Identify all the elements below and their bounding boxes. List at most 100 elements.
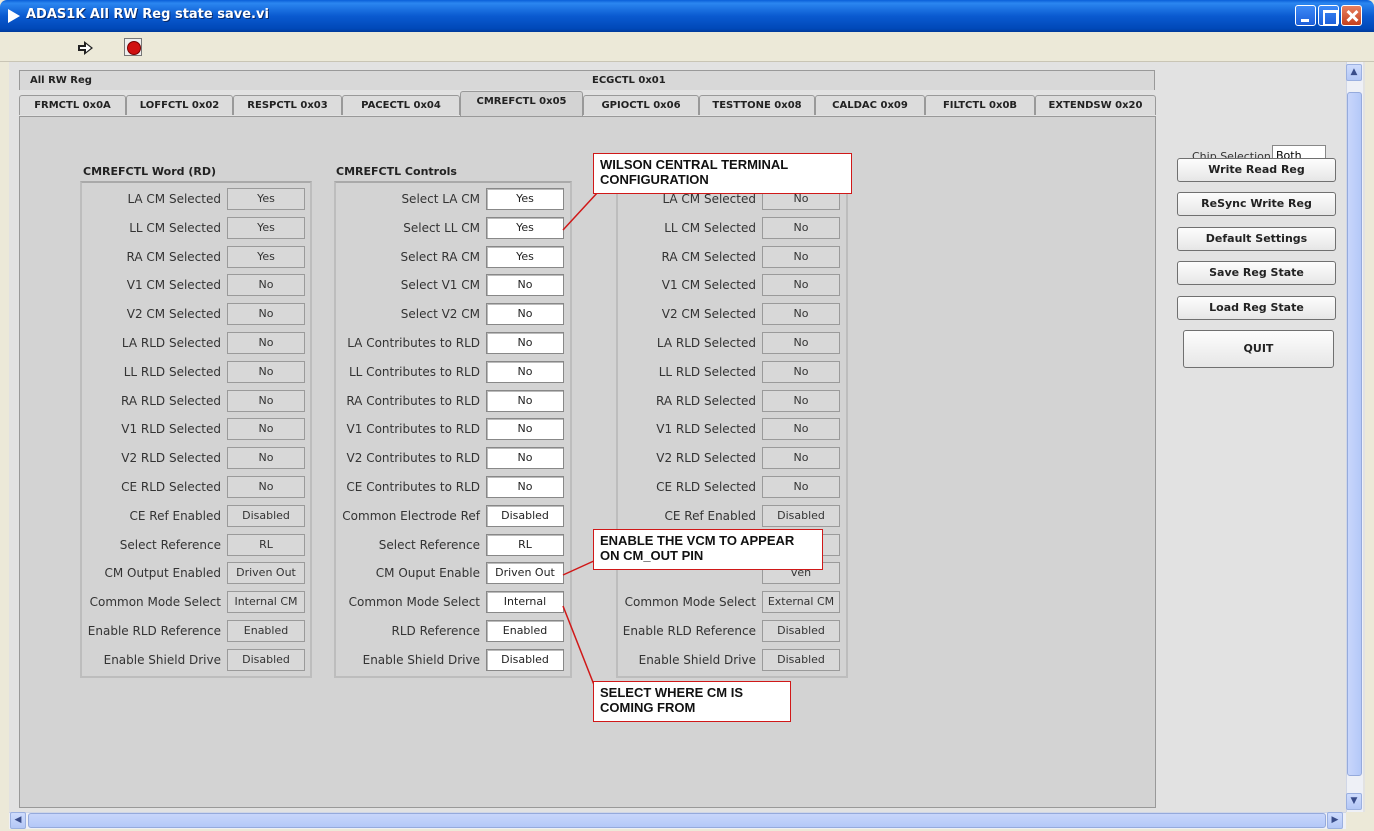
compare-indicator-field: Disabled bbox=[762, 620, 840, 642]
scroll-right-arrow-icon[interactable]: ▶ bbox=[1327, 812, 1343, 829]
compare-row-label: V1 CM Selected bbox=[661, 278, 756, 292]
compare-row-label: CE Ref Enabled bbox=[664, 509, 757, 523]
tab-extendsw-0x20[interactable]: EXTENDSW 0x20 bbox=[1035, 95, 1156, 115]
compare-row-label: CE RLD Selected bbox=[656, 480, 756, 494]
scroll-down-arrow-icon[interactable]: ▼ bbox=[1346, 793, 1362, 810]
control-row-label: Select Reference bbox=[378, 538, 480, 552]
read-row-label: CE RLD Selected bbox=[121, 480, 221, 494]
control-row-label: V1 Contributes to RLD bbox=[346, 422, 480, 436]
control-row-label: LL Contributes to RLD bbox=[349, 365, 480, 379]
compare-indicator-field: No bbox=[762, 274, 840, 296]
compare-indicator-field: No bbox=[762, 303, 840, 325]
compare-row-label: LL RLD Selected bbox=[658, 365, 756, 379]
load-reg-state-button[interactable]: Load Reg State bbox=[1177, 296, 1336, 320]
compare-indicator-field: No bbox=[762, 447, 840, 469]
control-row-label: Select RA CM bbox=[400, 250, 480, 264]
callout-cm-source: SELECT WHERE CM IS COMING FROM bbox=[593, 681, 791, 722]
read-row-label: V2 RLD Selected bbox=[121, 451, 221, 465]
control-control-field[interactable]: Driven Out bbox=[486, 562, 564, 584]
default-settings-button[interactable]: Default Settings bbox=[1177, 227, 1336, 251]
tab-filtctl-0x0b[interactable]: FILTCTL 0x0B bbox=[925, 95, 1035, 115]
quit-button[interactable]: QUIT bbox=[1183, 330, 1334, 368]
minimize-button[interactable] bbox=[1295, 5, 1316, 26]
compare-row-label: V2 RLD Selected bbox=[656, 451, 756, 465]
control-row-label: CM Ouput Enable bbox=[375, 566, 480, 580]
compare-row-label: RA RLD Selected bbox=[656, 394, 756, 408]
tab-frmctl-0x0a[interactable]: FRMCTL 0x0A bbox=[19, 95, 126, 115]
scroll-up-arrow-icon[interactable]: ▲ bbox=[1346, 64, 1362, 81]
tab-respctl-0x03[interactable]: RESPCTL 0x03 bbox=[233, 95, 342, 115]
tab-all-rw-reg[interactable]: All RW Reg bbox=[30, 75, 92, 86]
compare-indicator-field: No bbox=[762, 217, 840, 239]
close-button[interactable] bbox=[1341, 5, 1362, 26]
compare-row-label: V2 CM Selected bbox=[661, 307, 756, 321]
maximize-button[interactable] bbox=[1318, 5, 1339, 26]
abort-execution-icon[interactable] bbox=[124, 38, 142, 56]
compare-indicator-field: No bbox=[762, 418, 840, 440]
resync-write-reg-button[interactable]: ReSync Write Reg bbox=[1177, 192, 1336, 216]
tab-caldac-0x09[interactable]: CALDAC 0x09 bbox=[815, 95, 925, 115]
compare-indicator-field: No bbox=[762, 361, 840, 383]
read-row-label: CM Output Enabled bbox=[104, 566, 221, 580]
control-row-label: V2 Contributes to RLD bbox=[346, 451, 480, 465]
read-row-label: V1 CM Selected bbox=[126, 278, 221, 292]
read-row-label: LL RLD Selected bbox=[123, 365, 221, 379]
title-bar: ADAS1K All RW Reg state save.vi bbox=[0, 0, 1374, 32]
compare-row-label: Common Mode Select bbox=[624, 595, 756, 609]
control-row-label: CE Contributes to RLD bbox=[346, 480, 480, 494]
tab-loffctl-0x02[interactable]: LOFFCTL 0x02 bbox=[126, 95, 233, 115]
compare-row-label: V1 RLD Selected bbox=[656, 422, 756, 436]
control-row-label: Select LL CM bbox=[403, 221, 480, 235]
read-row-label: V2 CM Selected bbox=[126, 307, 221, 321]
vertical-scroll-thumb[interactable] bbox=[1347, 92, 1362, 776]
compare-indicator-field: No bbox=[762, 332, 840, 354]
read-row-label: LA CM Selected bbox=[127, 192, 221, 206]
write-read-reg-button[interactable]: Write Read Reg bbox=[1177, 158, 1336, 182]
tab-testtone-0x08[interactable]: TESTTONE 0x08 bbox=[699, 95, 815, 115]
compare-row-label: Enable RLD Reference bbox=[622, 624, 756, 638]
control-control-field[interactable]: RL bbox=[486, 534, 564, 556]
tab-gpioctl-0x06[interactable]: GPIOCTL 0x06 bbox=[583, 95, 699, 115]
compare-indicator-field: No bbox=[762, 476, 840, 498]
read-row-label: Enable Shield Drive bbox=[103, 653, 221, 667]
read-row-label: Enable RLD Reference bbox=[87, 624, 221, 638]
control-row-label: Common Electrode Ref bbox=[342, 509, 480, 523]
tab-cmrefctl-0x05[interactable]: CMREFCTL 0x05 bbox=[460, 91, 583, 116]
control-row-label: Select LA CM bbox=[401, 192, 480, 206]
read-column-title: CMREFCTL Word (RD) bbox=[83, 165, 217, 178]
compare-row-label: LA CM Selected bbox=[662, 192, 756, 206]
read-row-label: Select Reference bbox=[119, 538, 221, 552]
callout-wilson-terminal: WILSON CENTRAL TERMINAL CONFIGURATION bbox=[593, 153, 852, 194]
control-row-label: RLD Reference bbox=[391, 624, 480, 638]
tab-pacectl-0x04[interactable]: PACECTL 0x04 bbox=[342, 95, 460, 115]
labview-run-icon bbox=[8, 9, 20, 23]
read-row-label: Common Mode Select bbox=[89, 595, 221, 609]
compare-indicator-field: No bbox=[762, 390, 840, 412]
horizontal-scroll-thumb[interactable] bbox=[28, 813, 1326, 828]
scroll-left-arrow-icon[interactable]: ◀ bbox=[10, 812, 26, 829]
control-row-label: Select V1 CM bbox=[400, 278, 480, 292]
control-row-label: RA Contributes to RLD bbox=[346, 394, 480, 408]
application-window: ADAS1K All RW Reg state save.vi All RW R… bbox=[0, 0, 1374, 831]
read-row-label: CE Ref Enabled bbox=[129, 509, 222, 523]
compare-indicator-field: Disabled bbox=[762, 649, 840, 671]
compare-row-label: LA RLD Selected bbox=[656, 336, 756, 350]
control-row-label: Enable Shield Drive bbox=[362, 653, 480, 667]
compare-row-label: Enable Shield Drive bbox=[638, 653, 756, 667]
read-row-label: V1 RLD Selected bbox=[121, 422, 221, 436]
toolbar bbox=[0, 32, 1374, 62]
read-row-label: RA RLD Selected bbox=[121, 394, 221, 408]
tab-row-top bbox=[19, 70, 1155, 90]
read-row-label: LA RLD Selected bbox=[121, 336, 221, 350]
controls-column-title: CMREFCTL Controls bbox=[336, 165, 457, 178]
read-row-label: RA CM Selected bbox=[126, 250, 221, 264]
tab-ecgctl[interactable]: ECGCTL 0x01 bbox=[592, 75, 666, 86]
window-title: ADAS1K All RW Reg state save.vi bbox=[26, 7, 269, 22]
read-row-label: LL CM Selected bbox=[129, 221, 221, 235]
control-row-label: Common Mode Select bbox=[348, 595, 480, 609]
save-reg-state-button[interactable]: Save Reg State bbox=[1177, 261, 1336, 285]
run-continuously-icon[interactable] bbox=[78, 41, 94, 55]
control-row-label: Select V2 CM bbox=[400, 307, 480, 321]
compare-row-label: LL CM Selected bbox=[664, 221, 756, 235]
callout-enable-vcm: ENABLE THE VCM TO APPEAR ON CM_OUT PIN bbox=[593, 529, 823, 570]
